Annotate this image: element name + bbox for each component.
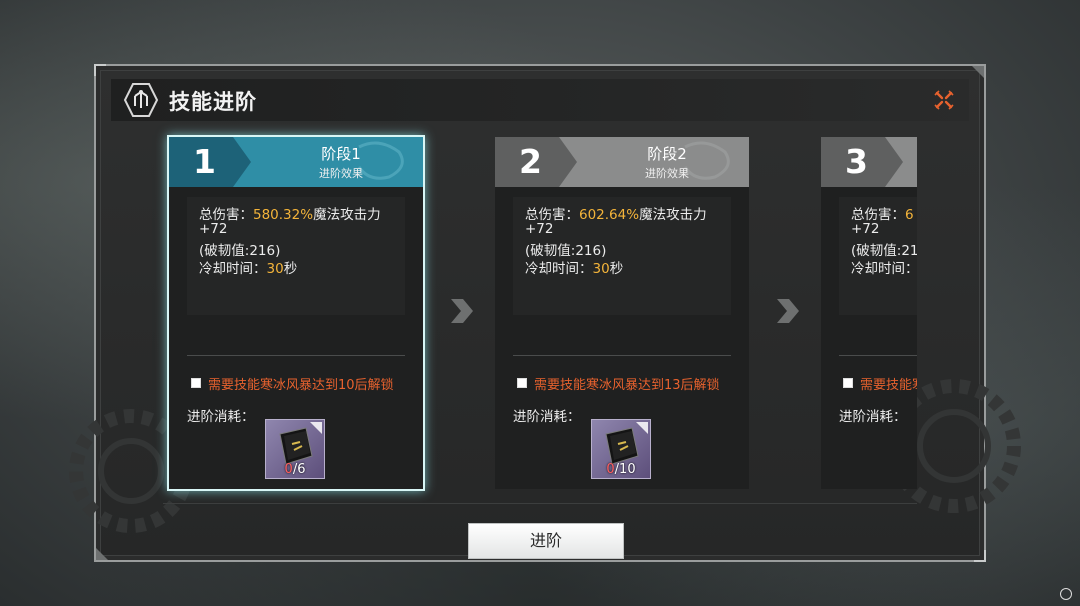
bonus-line: +72 [851,221,880,237]
cost-label: 进阶消耗： [187,409,255,425]
footer-divider [163,503,917,504]
cooldown-line: 冷却时间： [851,261,917,277]
divider [839,355,917,356]
frame-corner [96,548,108,560]
item-needed: /10 [614,462,636,477]
stage-number: 1 [193,142,216,181]
break-line: (破韧值:216) [199,243,281,259]
effect-box: 总伤害：602.64%魔法攻击力 +72 (破韧值:216) 冷却时间：30秒 [513,197,731,315]
close-icon[interactable] [933,89,955,111]
damage-line: 总伤害：580.32%魔法攻击力 [199,203,381,223]
advance-button[interactable]: 进阶 [468,523,624,559]
divider [187,355,405,356]
damage-value: 602.64% [579,207,640,223]
cooldown-unit: 秒 [609,261,624,277]
requirement-text: 需要技能寒冰风暴达到13后解锁 [534,378,720,393]
cooldown-label: 冷却时间： [525,261,593,277]
effect-box: 总伤害：6 +72 (破韧值:21 冷却时间： [839,197,917,315]
requirement-text: 需要技能寒冰风暴达到10后解锁 [208,378,394,393]
effect-box: 总伤害：580.32%魔法攻击力 +72 (破韧值:216) 冷却时间：30秒 [187,197,405,315]
break-line: (破韧值:21 [851,243,917,259]
checkbox-icon [843,378,853,388]
checkbox-icon [517,378,527,388]
cooldown-value: 30 [592,261,610,277]
stage-card-3[interactable]: 3 总伤害：6 +72 (破韧值:21 冷却时间： 需要技能寒 进阶消耗： [821,137,917,489]
cost-label: 进阶消耗： [839,409,907,425]
frame-corner [94,64,106,76]
frame-corner [974,550,986,562]
damage-value: 6 [905,207,914,223]
chevron-right-icon [451,299,473,323]
damage-suffix: 魔法攻击力 [313,207,381,223]
dialog-body: 技能进阶 1 阶段1 进阶效果 总伤害：580.32%魔法攻击力 +72 (破韧… [69,70,1021,559]
stage-card-3-clip: 3 总伤害：6 +72 (破韧值:21 冷却时间： 需要技能寒 进阶消耗： [821,137,917,489]
stage-subtitle: 进阶效果 [645,167,689,180]
stage-number: 3 [845,142,868,181]
frame-corner [972,66,984,78]
skill-emblem-icon [123,83,159,117]
damage-line: 总伤害：602.64%魔法攻击力 [525,203,707,223]
unlock-requirement: 需要技能寒冰风暴达到13后解锁 [517,374,720,393]
unlock-requirement: 需要技能寒 [843,374,917,393]
bonus-line: +72 [525,221,554,237]
stage-title: 阶段2 [647,145,687,163]
title-bar: 技能进阶 [111,79,969,121]
item-count: 0/6 [266,462,324,477]
requirement-text: 需要技能寒 [860,378,917,393]
item-count: 0/10 [592,462,650,477]
checkbox-icon [191,378,201,388]
bonus-line: +72 [199,221,228,237]
chevron-right-icon [777,299,799,323]
stage-subtitle: 进阶效果 [319,167,363,180]
break-line: (破韧值:216) [525,243,607,259]
cooldown-unit: 秒 [283,261,298,277]
stage-number: 2 [519,142,542,181]
divider [513,355,731,356]
item-needed: /6 [292,462,306,477]
item-owned: 0 [284,462,293,477]
stage-title: 阶段1 [321,145,361,163]
cooldown-value: 30 [266,261,284,277]
unlock-requirement: 需要技能寒冰风暴达到10后解锁 [191,374,394,393]
cost-label: 进阶消耗： [513,409,581,425]
damage-value: 580.32% [253,207,314,223]
cost-item-slot[interactable]: 0/10 [591,419,651,479]
camera-icon[interactable] [1060,588,1072,600]
cooldown-label: 冷却时间： [199,261,267,277]
damage-line: 总伤害：6 [851,203,914,223]
skill-advance-dialog: 技能进阶 1 阶段1 进阶效果 总伤害：580.32%魔法攻击力 +72 (破韧… [69,64,1021,562]
damage-suffix: 魔法攻击力 [639,207,707,223]
dialog-title: 技能进阶 [169,90,257,114]
cooldown-line: 冷却时间：30秒 [525,257,623,277]
stage-card-1[interactable]: 1 阶段1 进阶效果 总伤害：580.32%魔法攻击力 +72 (破韧值:216… [169,137,423,489]
cost-item-slot[interactable]: 0/6 [265,419,325,479]
stage-card-2[interactable]: 2 阶段2 进阶效果 总伤害：602.64%魔法攻击力 +72 (破韧值:216… [495,137,749,489]
cooldown-line: 冷却时间：30秒 [199,257,297,277]
item-owned: 0 [606,462,615,477]
